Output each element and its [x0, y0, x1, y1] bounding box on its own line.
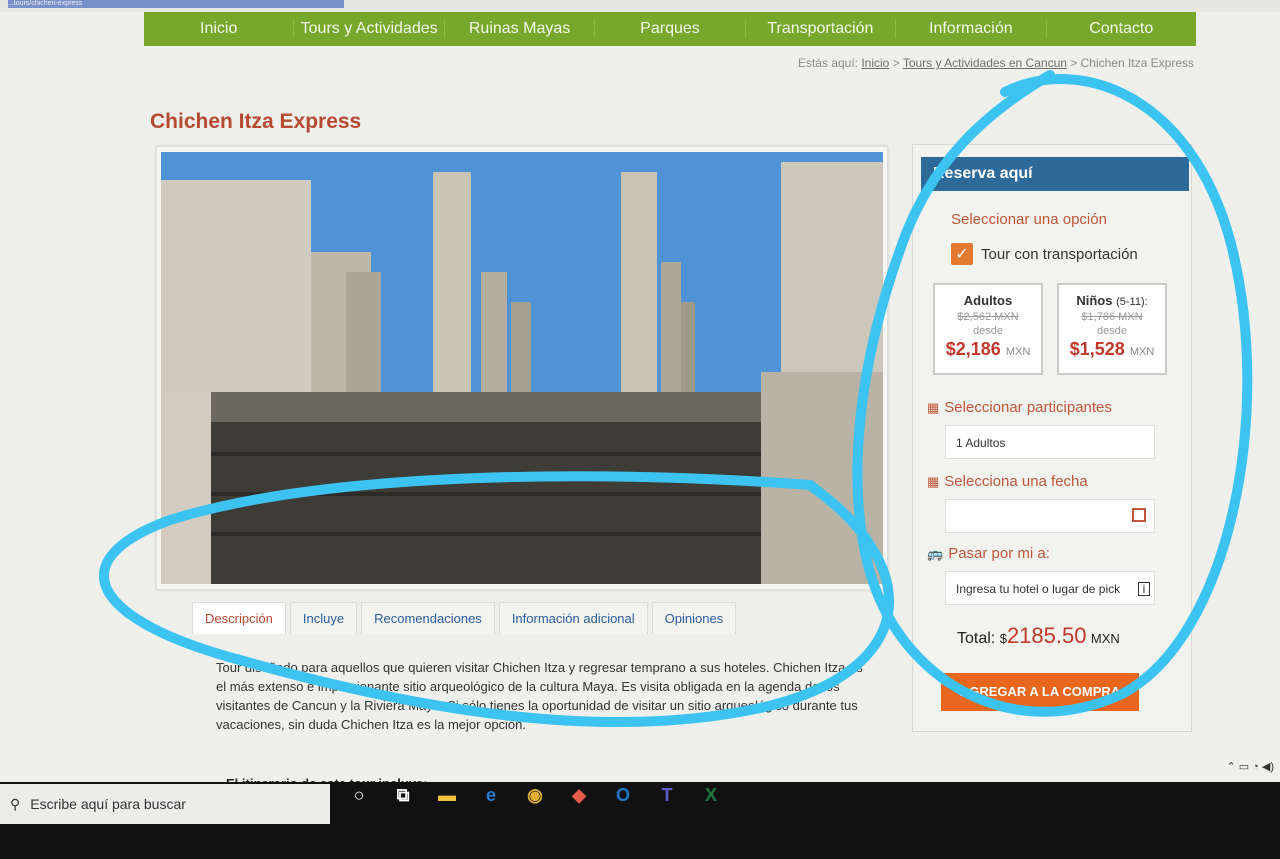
option-transport[interactable]: ✓ Tour con transportación: [951, 243, 1138, 265]
breadcrumb-prefix: Estás aquí:: [797, 56, 858, 70]
booking-panel: Reserva aquí Seleccionar una opción ✓ To…: [912, 144, 1192, 732]
tab-descripcion[interactable]: Descripción: [192, 602, 286, 634]
address-bar[interactable]: ...tours/chichen-express: [8, 0, 344, 8]
ruins-photo: [161, 152, 883, 584]
tour-description: Tour diseñado para aquellos que quieren …: [216, 660, 863, 732]
booking-header: Reserva aquí: [921, 157, 1189, 191]
checkbox-checked-icon[interactable]: ✓: [951, 243, 973, 265]
taskbar-apps: ○ ⧉ ▬ e ◉ ◆ O T X: [344, 780, 726, 810]
nav-tours[interactable]: Tours y Actividades: [294, 20, 445, 38]
page-title: Chichen Itza Express: [150, 110, 362, 133]
teams-icon[interactable]: T: [652, 780, 682, 810]
nav-inicio[interactable]: Inicio: [144, 20, 295, 38]
tab-informacion-adicional[interactable]: Información adicional: [498, 602, 648, 634]
total-currency: MXN: [1090, 631, 1120, 646]
price-adults: Adultos $2,562 MXN desde $2,186 MXN: [933, 283, 1043, 375]
pickup-input[interactable]: Ingresa tu hotel o lugar de pick i: [945, 571, 1155, 605]
breadcrumb-link-inicio[interactable]: Inicio: [861, 56, 889, 70]
price-children: Niños (5-11): $1,786 MXN desde $1,528 MX…: [1057, 283, 1167, 375]
tab-recomendaciones[interactable]: Recomendaciones: [361, 602, 495, 634]
task-view-icon[interactable]: ⧉: [388, 780, 418, 810]
total-currency-symbol: $: [999, 631, 1007, 646]
total: Total: $2185.50 MXN: [957, 623, 1120, 649]
outlook-icon[interactable]: O: [608, 780, 638, 810]
nav-transportacion[interactable]: Transportación: [746, 20, 897, 38]
hero-image: [156, 146, 888, 590]
tab-opiniones[interactable]: Opiniones: [651, 602, 737, 634]
breadcrumb-link-tours[interactable]: Tours y Actividades en Cancun: [903, 56, 1067, 70]
location-icon: i: [1138, 582, 1150, 596]
children-currency: MXN: [1129, 346, 1155, 358]
select-option-label: Seleccionar una opción: [951, 211, 1107, 228]
adults-old-price: $2,562 MXN: [957, 311, 1019, 323]
pickup-label: 🚌 Pasar por mi a:: [927, 545, 1050, 562]
add-to-cart-button[interactable]: AGREGAR A LA COMPRA: [941, 673, 1139, 711]
breadcrumb: Estás aquí: Inicio > Tours y Actividades…: [797, 56, 1194, 70]
taskbar-search[interactable]: ⚲ Escribe aquí para buscar: [0, 784, 330, 824]
tab-bar: Descripción Incluye Recomendaciones Info…: [192, 602, 737, 634]
bus-icon: 🚌: [927, 545, 944, 561]
calendar-icon: ▦: [927, 399, 940, 415]
nav-ruinas[interactable]: Ruinas Mayas: [445, 20, 596, 38]
main-nav: Inicio Tours y Actividades Ruinas Mayas …: [144, 12, 1196, 46]
participants-select[interactable]: 1 Adultos: [945, 425, 1155, 459]
children-age: (5-11):: [1116, 296, 1148, 308]
date-label-text: Selecciona una fecha: [944, 473, 1088, 490]
app-icon[interactable]: ◆: [564, 780, 594, 810]
participants-label-text: Seleccionar participantes: [944, 399, 1112, 416]
total-amount: 2185.50: [1006, 623, 1087, 648]
browser-bar: ...tours/chichen-express: [0, 0, 1280, 12]
adults-from: desde: [973, 325, 1003, 337]
pickup-label-text: Pasar por mi a:: [948, 545, 1050, 562]
tab-incluye[interactable]: Incluye: [289, 602, 358, 634]
nav-contacto[interactable]: Contacto: [1047, 20, 1196, 38]
children-price: $1,528: [1069, 339, 1125, 359]
children-from: desde: [1097, 325, 1127, 337]
option-label: Tour con transportación: [981, 245, 1138, 263]
file-explorer-icon[interactable]: ▬: [432, 780, 462, 810]
calendar-icon: ▦: [927, 473, 940, 489]
excel-icon[interactable]: X: [696, 780, 726, 810]
nav-informacion[interactable]: Información: [896, 20, 1047, 38]
search-icon: ⚲: [10, 795, 21, 812]
pickup-placeholder: Ingresa tu hotel o lugar de pick: [956, 582, 1121, 596]
chrome-icon[interactable]: ◉: [520, 780, 550, 810]
web-page: Inicio Tours y Actividades Ruinas Mayas …: [0, 12, 1280, 791]
adults-currency: MXN: [1005, 346, 1031, 358]
total-label: Total:: [957, 630, 996, 647]
date-picker-icon[interactable]: [1132, 508, 1146, 522]
edge-icon[interactable]: e: [476, 780, 506, 810]
children-old-price: $1,786 MXN: [1081, 311, 1143, 323]
children-label: Niños: [1076, 293, 1113, 308]
cortana-icon[interactable]: ○: [344, 780, 374, 810]
date-label: ▦ Selecciona una fecha: [927, 473, 1088, 490]
system-tray-icons[interactable]: ⌃ ▭ ◔ ◀): [1226, 760, 1274, 773]
breadcrumb-current: Chichen Itza Express: [1080, 56, 1194, 70]
nav-parques[interactable]: Parques: [595, 20, 746, 38]
search-placeholder: Escribe aquí para buscar: [30, 796, 186, 812]
adults-price: $2,186: [945, 339, 1001, 359]
participants-label: ▦ Seleccionar participantes: [927, 399, 1112, 416]
date-input[interactable]: [945, 499, 1155, 533]
adults-label: Adultos: [963, 293, 1013, 308]
